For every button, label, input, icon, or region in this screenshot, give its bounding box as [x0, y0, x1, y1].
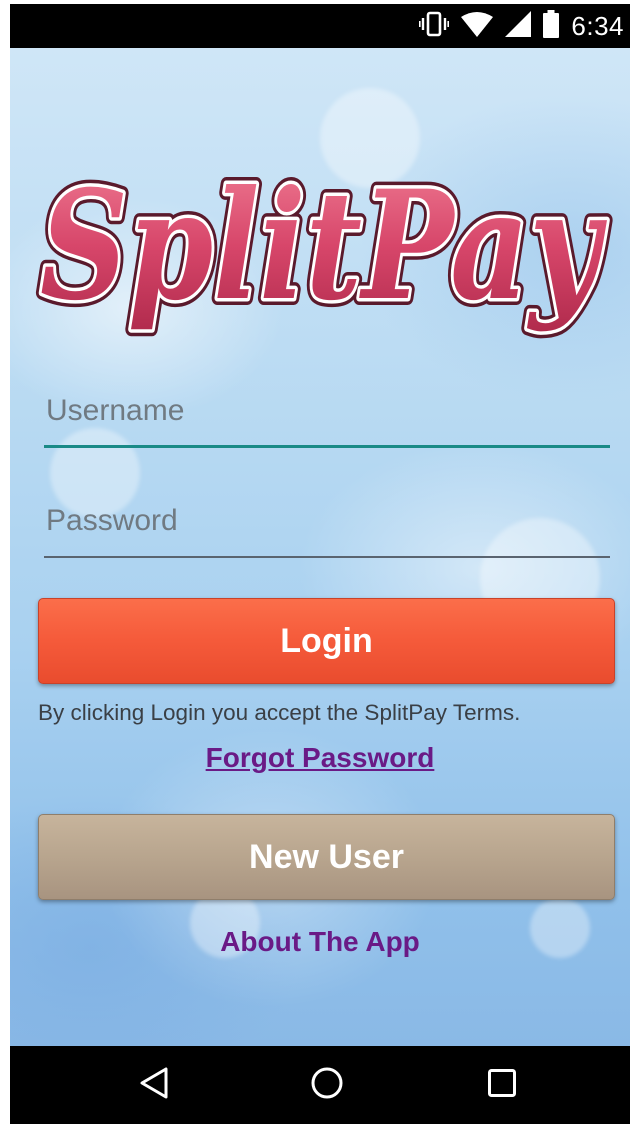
back-icon — [138, 1066, 170, 1105]
password-underline — [44, 556, 610, 558]
home-button[interactable] — [282, 1046, 372, 1124]
battery-icon — [543, 9, 560, 43]
phone-screen: 6:34 SplitPay SplitPay SplitPay Username… — [10, 4, 630, 1124]
status-icons: 6:34 — [419, 4, 624, 48]
wifi-icon — [461, 11, 494, 42]
vibrate-icon — [419, 11, 450, 42]
username-field-wrapper — [44, 378, 610, 448]
password-input[interactable] — [44, 488, 610, 554]
login-button[interactable]: Login — [38, 598, 615, 684]
status-time: 6:34 — [571, 10, 624, 41]
new-user-button[interactable]: New User — [38, 814, 615, 900]
forgot-password-link[interactable]: Forgot Password — [206, 742, 435, 773]
recents-button[interactable] — [457, 1046, 547, 1124]
username-underline — [44, 445, 610, 448]
forgot-password-link-row: Forgot Password — [10, 742, 630, 774]
back-button[interactable] — [109, 1046, 199, 1124]
login-screen: SplitPay SplitPay SplitPay Login By clic… — [10, 48, 630, 1046]
logo-text: SplitPay — [40, 158, 607, 334]
navigation-bar — [10, 1046, 630, 1124]
splitpay-logo: SplitPay SplitPay SplitPay — [10, 158, 630, 348]
about-app-link-row: About The App — [10, 926, 630, 958]
signal-icon — [505, 10, 532, 42]
about-app-link[interactable]: About The App — [220, 926, 420, 957]
terms-text: By clicking Login you accept the SplitPa… — [38, 700, 521, 725]
username-input[interactable] — [44, 378, 610, 444]
status-bar: 6:34 — [10, 4, 630, 48]
password-field-wrapper — [44, 488, 610, 558]
recents-icon — [487, 1068, 517, 1103]
home-icon — [310, 1066, 344, 1105]
